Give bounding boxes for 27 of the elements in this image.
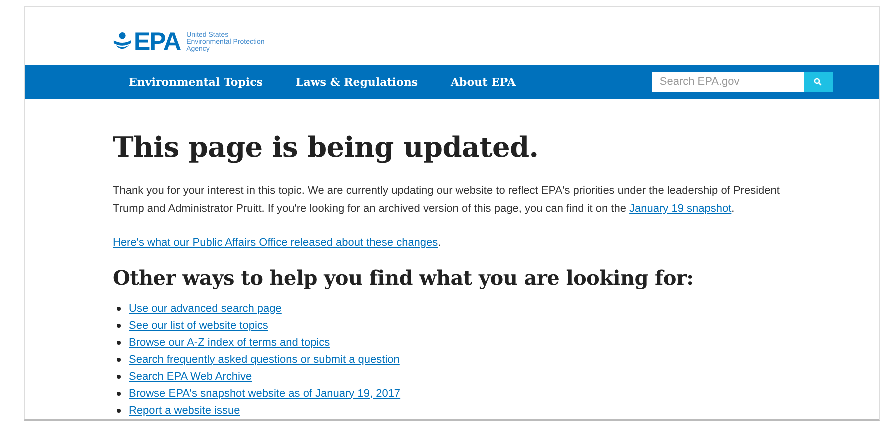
logo-text[interactable]: EPA: [134, 28, 181, 56]
snapshot-link[interactable]: January 19 snapshot: [630, 203, 732, 215]
bullet-icon: [117, 392, 121, 396]
help-link[interactable]: See our list of website topics: [129, 320, 268, 332]
page-title: This page is being updated.: [113, 131, 540, 164]
bullet-icon: [117, 374, 121, 378]
nav-link[interactable]: About EPA: [451, 76, 516, 88]
nav-link[interactable]: Environmental Topics: [129, 76, 263, 88]
nav-link[interactable]: Laws & Regulations: [296, 76, 418, 88]
help-link[interactable]: Browse EPA's snapshot website as of January 19, 2017: [129, 388, 401, 400]
bullet-icon: [117, 340, 121, 344]
release-sentence: Here's what our Public Affairs Office released about these changes.: [113, 236, 442, 251]
release-link[interactable]: Here's what our Public Affairs Office released about these changes: [113, 237, 438, 249]
search-button[interactable]: [804, 72, 833, 92]
bullet-icon: [117, 306, 121, 310]
bullet-icon: [117, 358, 121, 362]
search-field[interactable]: Search EPA.gov: [652, 72, 804, 92]
bullet-icon: [117, 408, 121, 412]
help-link[interactable]: Search frequently asked questions or submit a question: [129, 354, 400, 366]
search-icon: [814, 78, 822, 86]
help-link[interactable]: Browse our A-Z index of terms and topics: [129, 336, 330, 348]
bullet-icon: [117, 324, 121, 328]
help-link[interactable]: Report a website issue: [129, 404, 240, 416]
section-heading: Other ways to help you find what you are looking for:: [113, 266, 695, 290]
intro-paragraph: Thank you for your interest in this topic. We are currently updating our website to reflect EPA's priorities under the leadership of President Trump and Administrator Pruitt. If you're looking for an archived version of this page, you can find it on the January 19 snapshot.: [113, 184, 781, 217]
help-link[interactable]: Use our advanced search page: [129, 302, 282, 314]
help-link[interactable]: Search EPA Web Archive: [129, 370, 252, 382]
